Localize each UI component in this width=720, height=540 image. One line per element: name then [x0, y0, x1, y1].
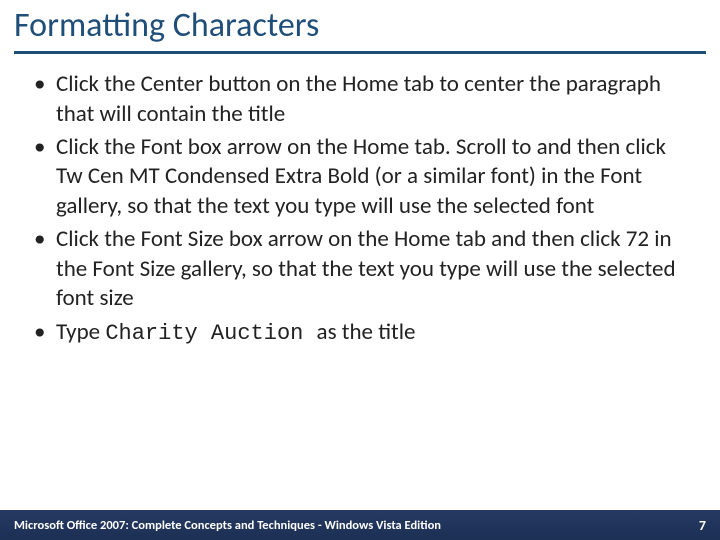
bullet-item: Type Charity Auction as the title — [30, 318, 690, 348]
bullet-item: Click the Font Size box arrow on the Hom… — [30, 225, 690, 313]
slide-title: Formatting Characters — [14, 6, 706, 45]
bullet-text: Click the Font box arrow on the Home tab… — [56, 133, 666, 220]
bullet-text-mono: Charity Auction — [105, 321, 316, 346]
footer-source: Microsoft Office 2007: Complete Concepts… — [14, 518, 441, 533]
footer-bar: Microsoft Office 2007: Complete Concepts… — [0, 510, 720, 540]
title-area: Formatting Characters — [0, 0, 720, 54]
page-number: 7 — [699, 517, 706, 534]
bullet-text-prefix: Type — [56, 318, 105, 346]
bullet-text: Click the Font Size box arrow on the Hom… — [56, 225, 676, 312]
body-area: Click the Center button on the Home tab … — [0, 54, 720, 348]
bullet-text: Click the Center button on the Home tab … — [56, 70, 661, 127]
bullet-text-suffix: as the title — [317, 318, 416, 346]
slide: Formatting Characters Click the Center b… — [0, 0, 720, 540]
bullet-item: Click the Center button on the Home tab … — [30, 70, 690, 129]
bullet-list: Click the Center button on the Home tab … — [30, 70, 690, 348]
bullet-item: Click the Font box arrow on the Home tab… — [30, 133, 690, 221]
